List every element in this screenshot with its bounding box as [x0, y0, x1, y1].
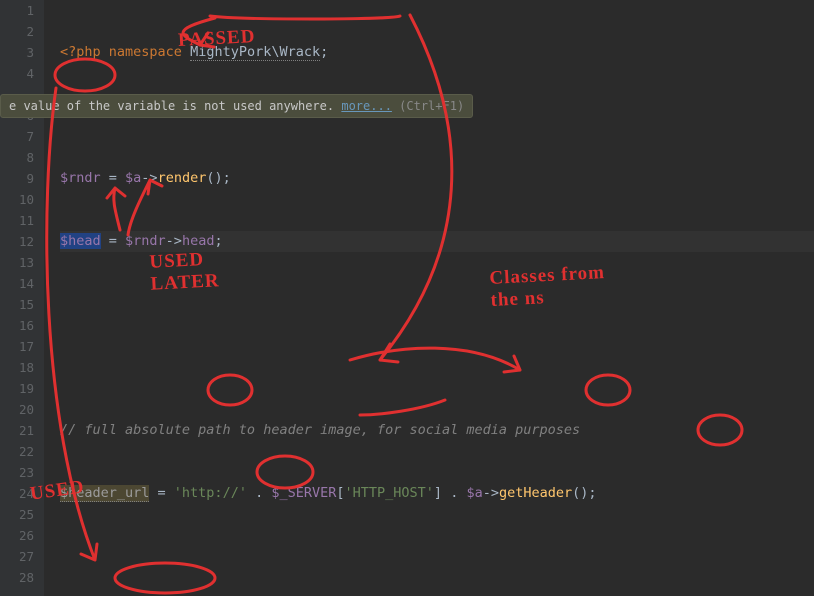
- handwriting-used-later: USED LATER: [149, 248, 220, 295]
- code-editor[interactable]: 1234678910111213141516171819202122232425…: [0, 0, 814, 596]
- line-number[interactable]: 2: [0, 21, 34, 42]
- inspection-tooltip[interactable]: e value of the variable is not used anyw…: [0, 94, 473, 118]
- line-number[interactable]: 4: [0, 63, 34, 84]
- line-number[interactable]: 9: [0, 168, 34, 189]
- handwriting-classes: Classes from the ns: [489, 262, 607, 312]
- line-number[interactable]: 20: [0, 399, 34, 420]
- line-number[interactable]: 23: [0, 462, 34, 483]
- tooltip-text: e value of the variable is not used anyw…: [9, 99, 341, 113]
- line-number[interactable]: 21: [0, 420, 34, 441]
- line-number[interactable]: 3: [0, 42, 34, 63]
- line-number[interactable]: 16: [0, 315, 34, 336]
- line-number[interactable]: 19: [0, 378, 34, 399]
- var-head-selected[interactable]: $head: [60, 233, 101, 249]
- line-number[interactable]: 22: [0, 441, 34, 462]
- tooltip-shortcut: (Ctrl+F1): [399, 99, 464, 113]
- line-number[interactable]: 27: [0, 546, 34, 567]
- tooltip-more-link[interactable]: more...: [341, 99, 392, 113]
- handwriting-passed: PASSED: [177, 26, 255, 52]
- line-number[interactable]: 13: [0, 252, 34, 273]
- line-number[interactable]: 1: [0, 0, 34, 21]
- line-number[interactable]: 15: [0, 294, 34, 315]
- keyword-namespace: namespace: [109, 44, 182, 60]
- line-number[interactable]: 18: [0, 357, 34, 378]
- line-number[interactable]: 28: [0, 567, 34, 588]
- line-number-gutter[interactable]: 1234678910111213141516171819202122232425…: [0, 0, 44, 596]
- code-area[interactable]: <?php namespace MightyPork\Wrack; $rndr …: [44, 0, 814, 596]
- line-number[interactable]: 11: [0, 210, 34, 231]
- line-number[interactable]: 25: [0, 504, 34, 525]
- var-rndr: $rndr: [60, 170, 101, 186]
- line-number[interactable]: 8: [0, 147, 34, 168]
- php-open: <?php: [60, 44, 101, 60]
- line-number[interactable]: 12: [0, 231, 34, 252]
- line-number[interactable]: 17: [0, 336, 34, 357]
- line-number[interactable]: 7: [0, 126, 34, 147]
- line-number[interactable]: 14: [0, 273, 34, 294]
- comment: // full absolute path to header image, f…: [60, 422, 580, 438]
- line-number[interactable]: 26: [0, 525, 34, 546]
- line-number[interactable]: 10: [0, 189, 34, 210]
